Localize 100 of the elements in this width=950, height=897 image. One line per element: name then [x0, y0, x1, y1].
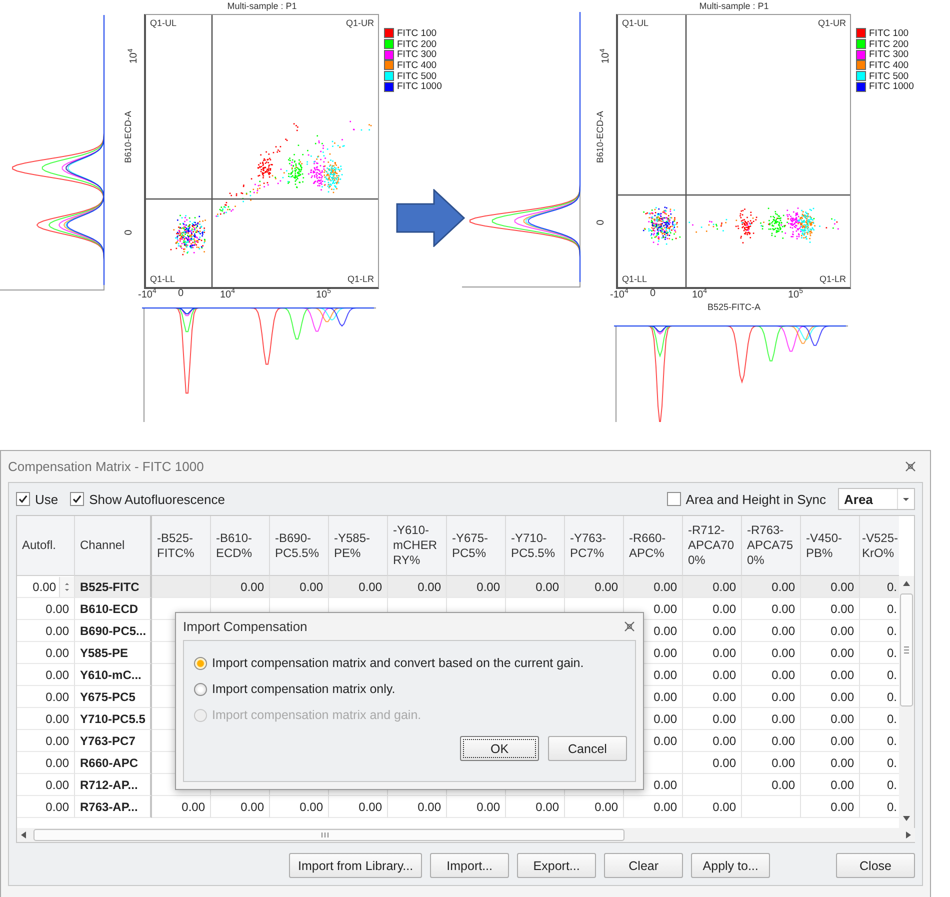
close-button[interactable]: Close: [836, 853, 915, 878]
action-button[interactable]: Apply to...: [691, 853, 770, 878]
table-cell: 0.00: [683, 642, 742, 664]
channel-cell[interactable]: Y610-mC...: [75, 664, 152, 686]
radio-button[interactable]: [194, 682, 207, 696]
channel-cell[interactable]: B525-FITC: [75, 576, 152, 598]
column-header[interactable]: -V450-PB%: [801, 516, 860, 576]
table-cell: 0.00: [801, 664, 860, 686]
channel-cell[interactable]: B610-ECD: [75, 598, 152, 620]
table-cell: 0.00: [17, 620, 75, 642]
table-cell: 0.00: [447, 576, 506, 598]
table-cell: 0.00: [683, 576, 742, 598]
channel-cell[interactable]: R763-AP...: [75, 796, 152, 818]
horizontal-scrollbar[interactable]: [17, 828, 915, 842]
axis-tick-label: 10$^{5}$: [316, 288, 332, 300]
column-header[interactable]: -Y763-PC7%: [565, 516, 624, 576]
column-header[interactable]: Autofl.: [17, 516, 75, 576]
column-header[interactable]: -Y610-mCHERRY%: [388, 516, 447, 576]
action-button[interactable]: Import from Library...: [289, 853, 422, 878]
action-button[interactable]: Import...: [430, 853, 510, 878]
channel-cell[interactable]: Y675-PC5: [75, 686, 152, 708]
quadrant-label: Q1-UL: [150, 18, 177, 28]
column-header[interactable]: -Y710-PC5.5%: [506, 516, 565, 576]
column-header[interactable]: -B525-FITC%: [152, 516, 211, 576]
table-cell: 0.00: [447, 796, 506, 818]
checkbox-box[interactable]: [16, 492, 30, 506]
mode-dropdown[interactable]: Area: [838, 488, 915, 510]
table-cell: 0.00: [506, 796, 565, 818]
column-header[interactable]: -Y675-PC5%: [447, 516, 506, 576]
table-cell: 0.00: [565, 576, 624, 598]
column-header[interactable]: -R763-APCA750%: [742, 516, 801, 576]
table-cell: 0.00: [17, 598, 75, 620]
column-header[interactable]: -Y585-PE%: [329, 516, 388, 576]
table-cell: 0.00: [17, 686, 75, 708]
radio-button[interactable]: [194, 656, 207, 670]
channel-cell[interactable]: B690-PC5...: [75, 620, 152, 642]
checkbox[interactable]: Use: [16, 492, 58, 506]
table-cell: 0.00: [801, 620, 860, 642]
quadrant-label: Q1-UL: [622, 18, 649, 28]
spinner-arrows-icon[interactable]: [59, 576, 74, 596]
table-cell: 0.00: [683, 708, 742, 730]
column-header[interactable]: -V525-KrO%: [860, 516, 899, 576]
column-header[interactable]: -B610-ECD%: [211, 516, 270, 576]
dialog-button[interactable]: OK: [460, 736, 539, 761]
checkbox-box[interactable]: [70, 492, 84, 506]
column-header[interactable]: -B690-PC5.5%: [270, 516, 329, 576]
table-cell: 0.00: [152, 796, 211, 818]
checkbox-box[interactable]: [666, 492, 681, 506]
table-cell: 0.00: [211, 576, 270, 598]
close-icon[interactable]: [624, 621, 635, 632]
legend-item: FITC 1000: [856, 81, 926, 92]
column-header[interactable]: Channel: [75, 516, 152, 576]
table-cell: [742, 796, 801, 818]
table-cell: 0.00: [270, 576, 329, 598]
close-icon[interactable]: [905, 461, 916, 472]
legend-item: FITC 300: [856, 49, 926, 60]
table-cell: [152, 576, 211, 598]
plot-title: Multi-sample : P1: [226, 0, 298, 12]
column-header[interactable]: -R660-APC%: [624, 516, 683, 576]
channel-cell[interactable]: Y710-PC5.5: [75, 708, 152, 730]
axis-label: B610-ECD-A: [595, 110, 605, 166]
table-cell: 0.00: [388, 576, 447, 598]
autofluorescence-spinbox[interactable]: 0.00: [17, 576, 75, 598]
axis-label: B610-ECD-A: [123, 110, 133, 166]
table-cell: 0.00: [17, 796, 75, 818]
axis-tick-label: 0: [595, 220, 606, 226]
radio-option[interactable]: Import compensation matrix only.: [194, 682, 627, 696]
action-button[interactable]: Clear: [604, 853, 684, 878]
table-cell: 0.00: [683, 598, 742, 620]
table-cell: 0.00: [17, 730, 75, 752]
legend-item: FITC 200: [856, 38, 926, 50]
table-cell: 0.00: [329, 576, 388, 598]
axis-tick-label: 10$^{4}$: [220, 288, 236, 300]
column-header[interactable]: -R712-APCA700%: [683, 516, 742, 576]
quadrant-label: Q1-LR: [819, 274, 846, 284]
table-cell: 0.00: [17, 708, 75, 730]
table-cell: 0.00: [683, 752, 742, 774]
arrow-icon: [396, 189, 466, 248]
table-cell: 0.00: [270, 796, 329, 818]
radio-option[interactable]: Import compensation matrix and convert based on the current gain.: [194, 656, 627, 670]
axis-tick-label: 0: [650, 288, 656, 299]
table-cell: 0.00: [742, 774, 801, 796]
dot-cloud: [170, 214, 206, 256]
legend-item: FITC 100: [856, 28, 926, 39]
quadrant-label: Q1-LL: [622, 274, 648, 284]
table-cell: 0.00: [388, 796, 447, 818]
dialog-button[interactable]: Cancel: [548, 736, 627, 761]
channel-cell[interactable]: Y585-PE: [75, 642, 152, 664]
window-title: Compensation Matrix - FITC 1000: [8, 459, 204, 474]
table-cell: 0.00: [801, 774, 860, 796]
vertical-scrollbar[interactable]: [899, 576, 914, 828]
channel-cell[interactable]: R712-AP...: [75, 774, 152, 796]
channel-cell[interactable]: Y763-PC7: [75, 730, 152, 752]
table-cell: 0.00: [565, 796, 624, 818]
action-button[interactable]: Export...: [517, 853, 596, 878]
channel-cell[interactable]: R660-APC: [75, 752, 152, 774]
table-cell: 0.00: [211, 796, 270, 818]
table-cell: 0.00: [683, 730, 742, 752]
quadrant-label: Q1-UR: [818, 18, 846, 28]
table-cell: 0.00: [742, 664, 801, 686]
